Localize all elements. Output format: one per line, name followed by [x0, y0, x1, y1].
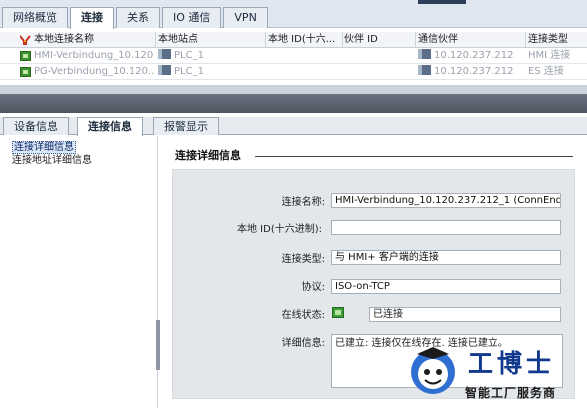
- device-icon: [418, 65, 431, 75]
- row-partner: 10.120.237.212: [418, 64, 524, 80]
- watermark-brand: 工博士: [468, 349, 556, 378]
- column-divider[interactable]: [155, 32, 156, 48]
- tree-item-connection-address-details[interactable]: 连接地址详细信息: [12, 154, 92, 167]
- connection-name-label: 连接名称:: [281, 197, 325, 208]
- tab-relations[interactable]: 关系: [116, 7, 160, 28]
- network-view-tabs: 网络概览 连接 关系 IO 通信 VPN: [2, 7, 270, 29]
- connection-icon: [20, 51, 31, 61]
- connection-type-field[interactable]: 与 HMI+ 客户端的连接: [331, 250, 561, 265]
- tab-connection-info[interactable]: 连接信息: [77, 117, 143, 136]
- toolbar-decoration: [418, 0, 466, 4]
- row-connection-type: HMI 连接: [528, 50, 571, 61]
- section-divider: [255, 156, 573, 157]
- online-status-field[interactable]: 已连接: [369, 307, 561, 322]
- row-partner-label: 10.120.237.212: [434, 66, 514, 77]
- table-row[interactable]: HMI-Verbindung_10.120... PLC_1 10.120.23…: [0, 48, 587, 64]
- column-divider[interactable]: [525, 32, 526, 48]
- column-divider[interactable]: [265, 32, 266, 48]
- table-header: 本地连接名称 本地站点 本地 ID(十六... 伙伴 ID 通信伙伴 连接类型: [0, 32, 587, 48]
- row-local-station: PLC_1: [158, 64, 262, 80]
- column-header-local-id[interactable]: 本地 ID(十六...: [268, 32, 342, 48]
- row-station-label: PLC_1: [174, 50, 204, 61]
- device-icon: [418, 49, 431, 59]
- column-header-connection-type[interactable]: 连接类型: [528, 32, 586, 48]
- connection-table: 本地连接名称 本地站点 本地 ID(十六... 伙伴 ID 通信伙伴 连接类型 …: [0, 29, 587, 85]
- row-connection-type: ES 连接: [528, 66, 564, 77]
- online-status-label: 在线状态:: [281, 310, 325, 321]
- column-header-local-station[interactable]: 本地站点: [158, 32, 262, 48]
- section-title: 连接详细信息: [175, 149, 241, 162]
- connected-status-icon: [332, 307, 344, 318]
- tree-item-connection-details[interactable]: 连接详细信息: [12, 141, 76, 154]
- tab-connections[interactable]: 连接: [70, 7, 114, 29]
- row-station-label: PLC_1: [174, 66, 204, 77]
- connection-filter-icon[interactable]: [20, 35, 31, 46]
- table-row[interactable]: PG-Verbindung_10.120.... PLC_1 10.120.23…: [0, 64, 587, 80]
- row-partner-label: 10.120.237.212: [434, 50, 514, 61]
- column-header-local-connection-name[interactable]: 本地连接名称: [34, 32, 154, 48]
- tab-alarm-display[interactable]: 报警显示: [153, 117, 219, 135]
- connection-type-label: 连接类型:: [281, 254, 325, 265]
- row-partner: 10.120.237.212: [418, 48, 524, 64]
- splitter-handle[interactable]: [156, 320, 160, 370]
- row-connection-name: HMI-Verbindung_10.120...: [34, 50, 154, 61]
- pane-splitter[interactable]: [0, 85, 587, 94]
- protocol-label: 协议:: [301, 282, 325, 293]
- column-divider[interactable]: [415, 32, 416, 48]
- plc-icon: [158, 49, 171, 59]
- column-divider[interactable]: [342, 32, 343, 48]
- details-label: 详细信息:: [281, 338, 325, 349]
- editor-tab-strip: 网络概览 连接 关系 IO 通信 VPN: [0, 0, 587, 29]
- connection-icon: [20, 67, 31, 77]
- column-header-partner-id[interactable]: 伙伴 ID: [344, 32, 414, 48]
- row-local-station: PLC_1: [158, 48, 262, 64]
- inspector-title-bar: [0, 94, 587, 113]
- mascot-logo-icon: [411, 347, 455, 394]
- navigation-tree: 连接详细信息 连接地址详细信息: [0, 136, 158, 408]
- local-id-field[interactable]: [331, 220, 561, 235]
- column-header-communication-partner[interactable]: 通信伙伴: [418, 32, 524, 48]
- tab-vpn[interactable]: VPN: [223, 7, 268, 28]
- tab-network-overview[interactable]: 网络概览: [2, 7, 68, 28]
- tab-device-info[interactable]: 设备信息: [3, 117, 69, 135]
- plc-icon: [158, 65, 171, 75]
- connection-name-field[interactable]: HMI-Verbindung_10.120.237.212_1 (ConnEnd…: [331, 193, 561, 208]
- tab-io-communication[interactable]: IO 通信: [162, 7, 222, 28]
- local-id-label: 本地 ID(十六进制):: [237, 224, 322, 235]
- protocol-field[interactable]: ISO-on-TCP: [331, 279, 561, 294]
- watermark-tagline: 智能工厂服务商: [465, 386, 557, 400]
- row-connection-name: PG-Verbindung_10.120....: [34, 66, 154, 77]
